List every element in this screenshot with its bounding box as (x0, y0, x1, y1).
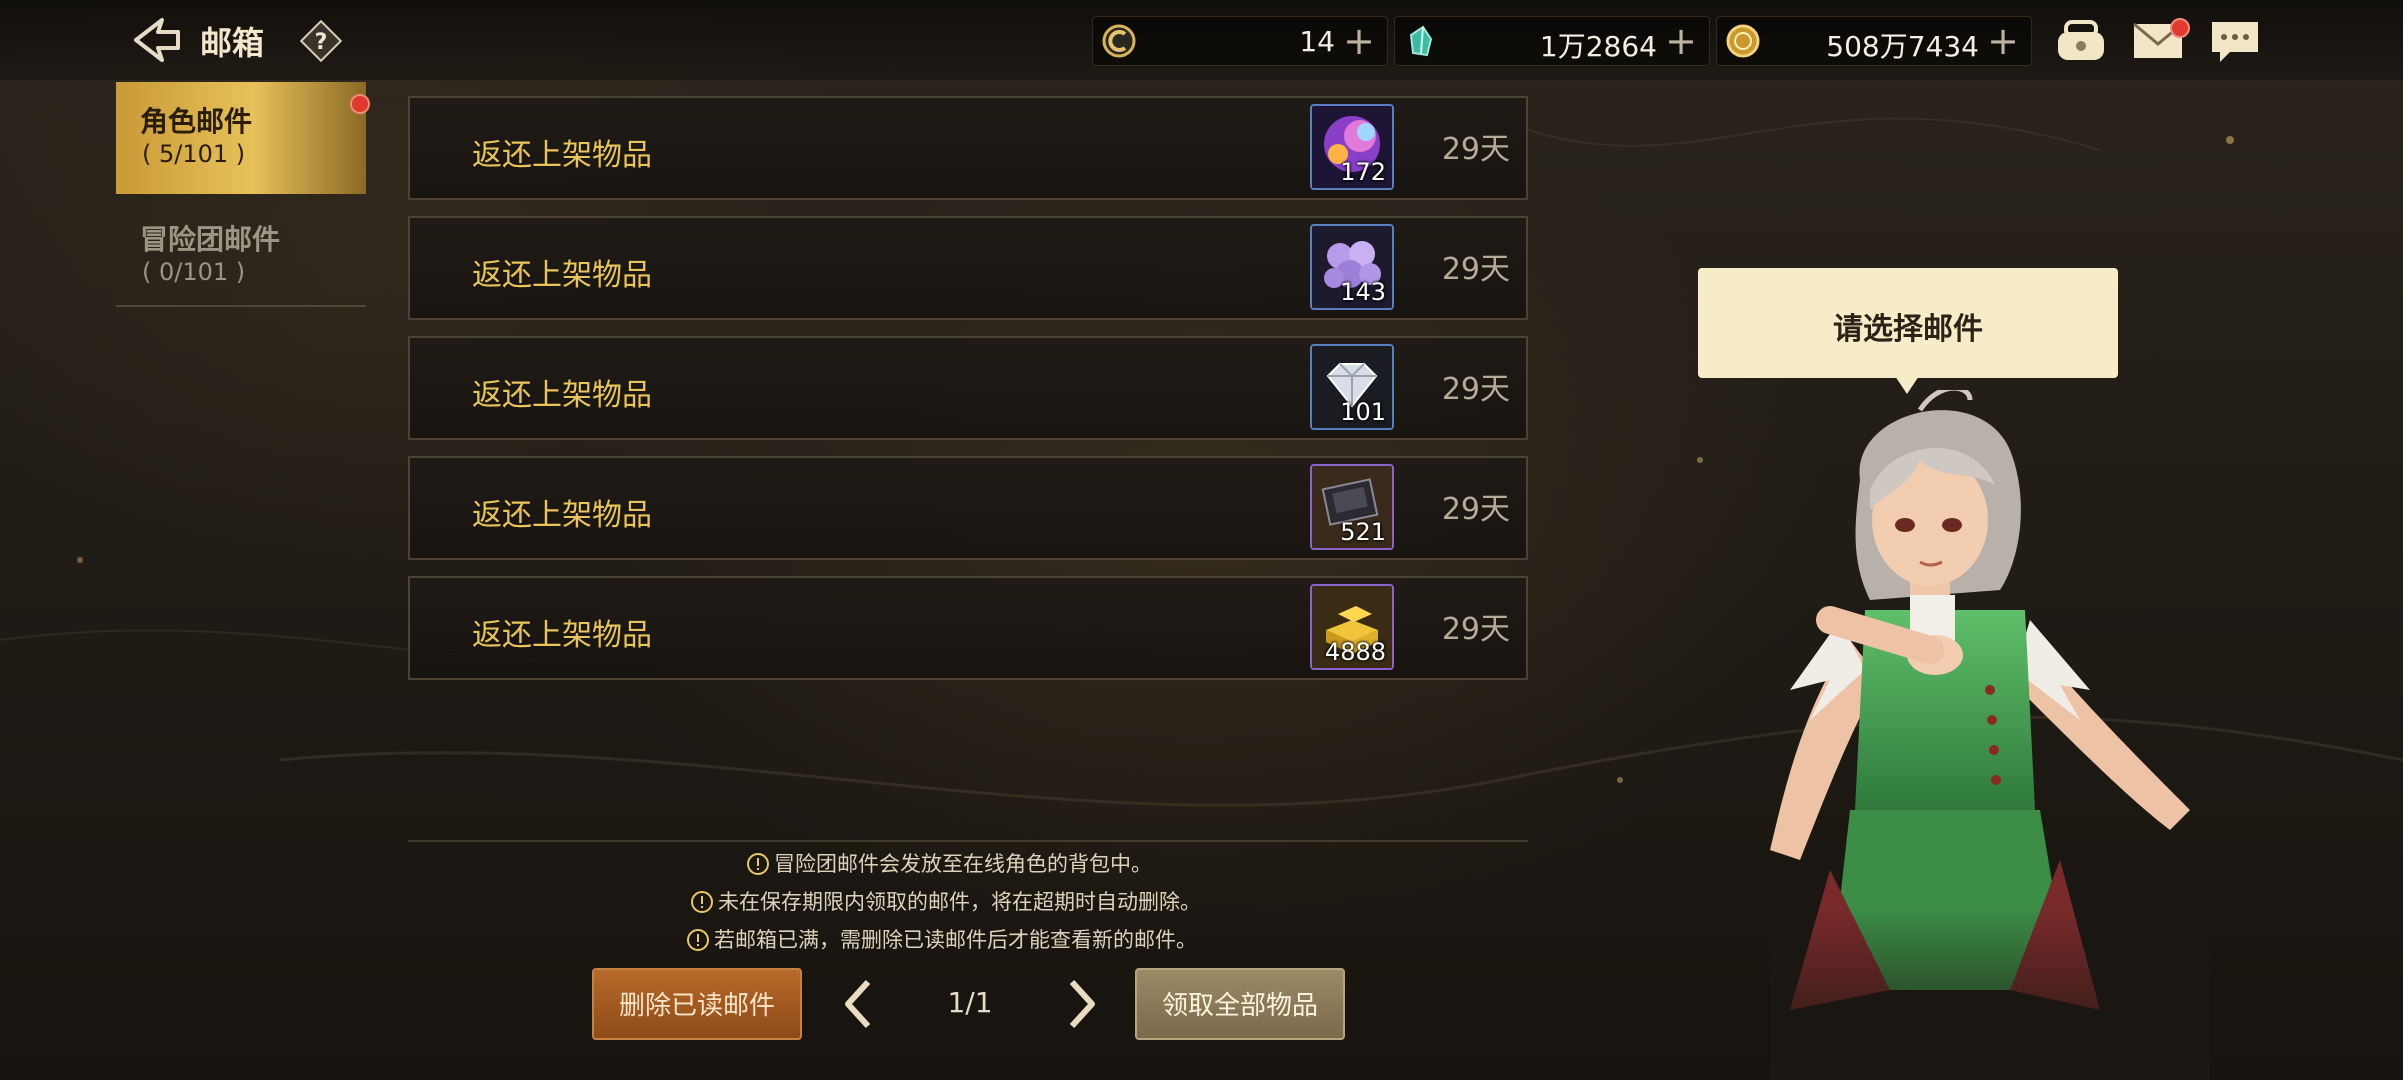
help-icon: ? (299, 19, 343, 63)
warning-icon (747, 853, 769, 875)
mail-subject: 返还上架物品 (472, 618, 652, 653)
add-crystal-button[interactable]: + (1663, 21, 1699, 61)
notice-line: 冒险团邮件会发放至在线角色的背包中。 (746, 848, 1152, 878)
mail-item-slot[interactable]: 172 (1310, 104, 1394, 190)
back-button[interactable] (128, 14, 184, 66)
speech-bubble: 请选择邮件 (1698, 268, 2118, 378)
mail-item-slot[interactable]: 143 (1310, 224, 1394, 310)
tab-adventure-team-mail-label: 冒险团邮件 (140, 223, 281, 256)
svg-text:?: ? (315, 30, 328, 55)
notice-line: 若邮箱已满，需删除已读邮件后才能查看新的邮件。 (686, 924, 1197, 954)
notice-text: 冒险团邮件会发放至在线角色的背包中。 (774, 852, 1152, 876)
tab-character-mail[interactable]: 角色邮件 ( 5/101 ) (116, 82, 366, 194)
item-quantity: 521 (1340, 518, 1386, 546)
claim-all-button[interactable]: 领取全部物品 (1135, 968, 1345, 1040)
warning-icon (691, 891, 713, 913)
mail-row[interactable]: 返还上架物品 143 29天 (408, 216, 1528, 320)
crystal-icon (1409, 25, 1433, 57)
ticket-coin-icon (1102, 24, 1136, 58)
currency-gold: 508万7434 + (1716, 16, 2032, 66)
warning-icon (687, 929, 709, 951)
top-bar: 邮箱 ? 14 + 1万2864 + 508万7434 + (0, 0, 2403, 80)
sidebar-divider (116, 305, 366, 307)
character-mail-notification-dot (350, 94, 370, 114)
item-quantity: 172 (1340, 158, 1386, 186)
notice-line: 未在保存期限内领取的邮件，将在超期时自动删除。 (690, 886, 1201, 916)
mail-row[interactable]: 返还上架物品 521 29天 (408, 456, 1528, 560)
add-gold-button[interactable]: + (1985, 21, 2021, 61)
chevron-right-icon (1069, 979, 1095, 1029)
currency-ticket-value: 14 (1299, 25, 1335, 58)
mail-row[interactable]: 返还上架物品 4888 29天 (408, 576, 1528, 680)
page-title: 邮箱 (200, 24, 265, 62)
mail-row[interactable]: 返还上架物品 101 29天 (408, 336, 1528, 440)
mail-expiry: 29天 (1441, 612, 1510, 647)
tab-adventure-team-mail-count: ( 0/101 ) (142, 258, 246, 286)
item-quantity: 143 (1340, 278, 1386, 306)
notice-text: 未在保存期限内领取的邮件，将在超期时自动删除。 (718, 890, 1201, 914)
add-ticket-button[interactable]: + (1341, 21, 1377, 61)
mail-button[interactable] (2130, 14, 2190, 66)
currency-crystal: 1万2864 + (1394, 16, 1710, 66)
mail-subject: 返还上架物品 (472, 378, 652, 413)
tab-character-mail-count: ( 5/101 ) (142, 140, 246, 168)
npc-character-illustration (1770, 390, 2210, 1080)
delete-read-mail-button[interactable]: 删除已读邮件 (592, 968, 802, 1040)
gold-coin-icon (1726, 24, 1760, 58)
previous-page-button[interactable] (838, 976, 878, 1032)
currency-crystal-value: 1万2864 (1539, 30, 1657, 63)
item-quantity: 4888 (1324, 638, 1386, 666)
mail-expiry: 29天 (1441, 252, 1510, 287)
chat-button[interactable] (2206, 14, 2264, 66)
next-page-button[interactable] (1062, 976, 1102, 1032)
tab-character-mail-label: 角色邮件 (140, 105, 253, 138)
mail-row[interactable]: 返还上架物品 172 29天 (408, 96, 1528, 200)
chat-bubble-icon (2212, 22, 2258, 62)
mail-expiry: 29天 (1441, 132, 1510, 167)
tab-adventure-team-mail[interactable]: 冒险团邮件 ( 0/101 ) (116, 200, 366, 312)
mail-item-slot[interactable]: 101 (1310, 344, 1394, 430)
page-indicator: 1/1 (947, 986, 993, 1019)
mail-item-slot[interactable]: 521 (1310, 464, 1394, 550)
help-button[interactable]: ? (299, 19, 343, 63)
bag-icon (2058, 20, 2104, 60)
mail-expiry: 29天 (1441, 492, 1510, 527)
mail-subject: 返还上架物品 (472, 138, 652, 173)
notice-text: 若邮箱已满，需删除已读邮件后才能查看新的邮件。 (714, 928, 1197, 952)
bag-button[interactable] (2052, 14, 2110, 66)
chevron-left-icon (845, 979, 871, 1029)
item-quantity: 101 (1340, 398, 1386, 426)
mail-item-slot[interactable]: 4888 (1310, 584, 1394, 670)
mail-expiry: 29天 (1441, 372, 1510, 407)
currency-ticket: 14 + (1092, 16, 1388, 66)
mail-notification-dot (2170, 18, 2190, 38)
mail-subject: 返还上架物品 (472, 258, 652, 293)
currency-gold-value: 508万7434 (1826, 30, 1979, 63)
back-arrow-icon (134, 18, 180, 62)
list-divider (408, 840, 1528, 842)
speech-bubble-text: 请选择邮件 (1833, 312, 1983, 347)
mail-subject: 返还上架物品 (472, 498, 652, 533)
